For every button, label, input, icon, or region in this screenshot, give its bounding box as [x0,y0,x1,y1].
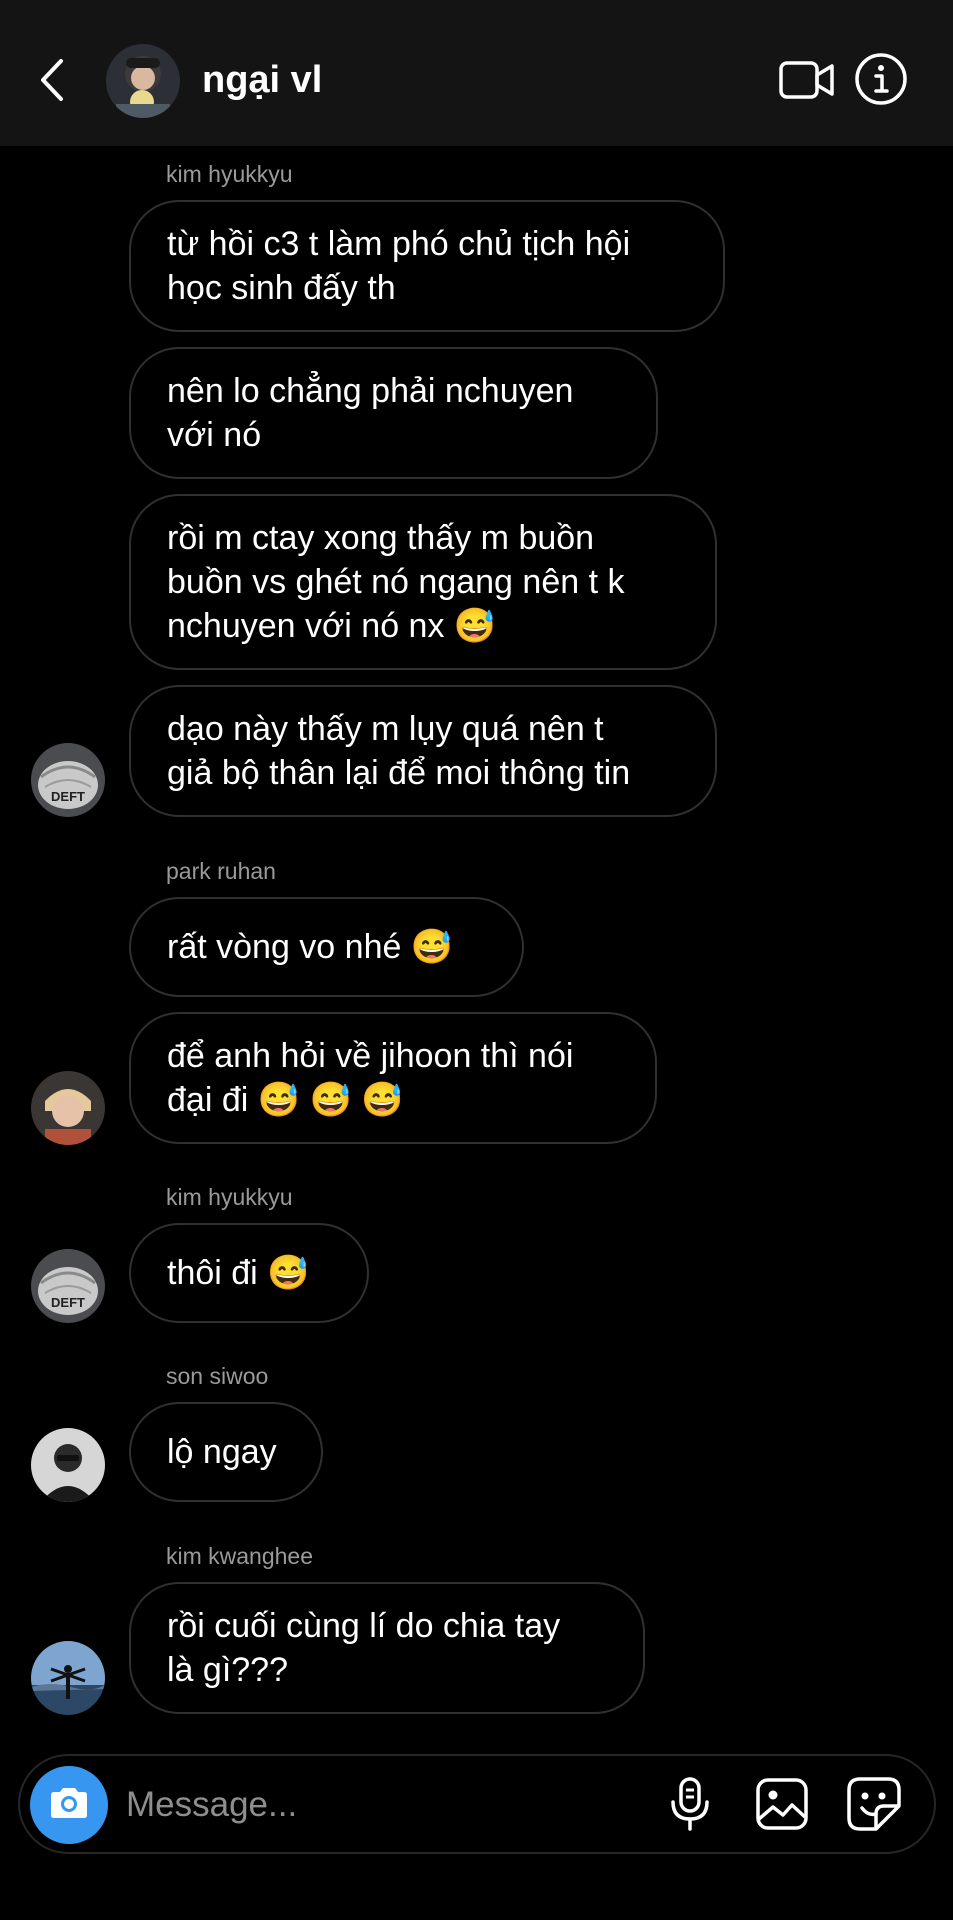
message-bubble[interactable]: để anh hỏi về jihoon thì nói đại đi 😅 😅 … [129,1012,657,1144]
sender-name: kim kwanghee [166,1543,314,1569]
info-icon [854,52,908,111]
emoji: 😅 [453,607,497,645]
avatar-kim-hyukkyu[interactable]: DEFT [31,1249,105,1323]
camera-icon [47,1785,91,1826]
avatar-kim-kwanghee[interactable] [31,1641,105,1715]
message-text: thôi đi [167,1254,258,1292]
avatar-son-siwoo[interactable] [31,1428,105,1502]
sender-name: son siwoo [166,1363,269,1389]
message-text: nên lo chẳng phải nchuyen với nó [167,372,574,454]
avatar-park-ruhan[interactable] [31,1071,105,1145]
svg-text:DEFT: DEFT [51,789,85,804]
sender-name: kim hyukkyu [166,161,293,187]
message-bubble[interactable]: rất vòng vo nhé 😅 [129,897,524,997]
avatar-kim-hyukkyu[interactable]: DEFT [31,743,105,817]
emoji: 😅 😅 😅 [257,1081,404,1119]
message-bubble[interactable]: thôi đi 😅 [129,1223,369,1323]
gallery-button[interactable] [750,1774,814,1838]
message-bubble[interactable]: nên lo chẳng phải nchuyen với nó [129,347,658,479]
message-text-wrap: rồi m ctay xong thấy m buồn buồn vs ghét… [167,516,624,648]
video-call-button[interactable] [758,50,856,114]
microphone-icon [668,1776,712,1837]
message-composer [18,1754,936,1854]
message-bubble[interactable]: rồi cuối cùng lí do chia tay là gì??? [129,1582,645,1714]
video-camera-icon [778,58,836,107]
message-bubble[interactable]: từ hồi c3 t làm phó chủ tịch hội học sin… [129,200,725,332]
message-bubble[interactable]: rồi m ctay xong thấy m buồn buồn vs ghét… [129,494,717,670]
message-text: lộ ngay [167,1433,277,1471]
message-text: dạo này thấy m lụy quá nên t giả bộ thân… [167,710,631,792]
back-button[interactable] [28,52,76,112]
message-text: từ hồi c3 t làm phó chủ tịch hội học sin… [167,225,631,307]
sticker-icon [846,1776,902,1837]
info-button[interactable] [850,50,912,112]
camera-button[interactable] [30,1766,108,1844]
svg-text:DEFT: DEFT [51,1295,85,1310]
sender-name: kim hyukkyu [166,1184,293,1210]
group-avatar[interactable] [106,44,180,118]
chevron-left-icon [37,57,67,108]
emoji: 😅 [267,1254,310,1292]
message-text: rất vòng vo nhé [167,928,402,966]
message-text-wrap: thôi đi 😅 [167,1251,310,1295]
message-bubble[interactable]: dạo này thấy m lụy quá nên t giả bộ thân… [129,685,717,817]
message-text-wrap: để anh hỏi về jihoon thì nói đại đi 😅 😅 … [167,1034,573,1122]
message-input[interactable] [124,1776,548,1834]
chat-header: ngại vl [0,0,953,146]
sender-name: park ruhan [166,858,276,884]
sticker-button[interactable] [842,1774,906,1838]
message-text: rồi m ctay xong thấy m buồn buồn vs ghét… [167,519,625,645]
chat-title[interactable]: ngại vl [202,56,322,104]
message-bubble[interactable]: lộ ngay [129,1402,323,1502]
image-icon [755,1777,809,1836]
emoji: 😅 [410,928,454,966]
message-text-wrap: rất vòng vo nhé 😅 [167,925,453,969]
message-text: rồi cuối cùng lí do chia tay là gì??? [167,1607,561,1689]
microphone-button[interactable] [660,1774,720,1838]
